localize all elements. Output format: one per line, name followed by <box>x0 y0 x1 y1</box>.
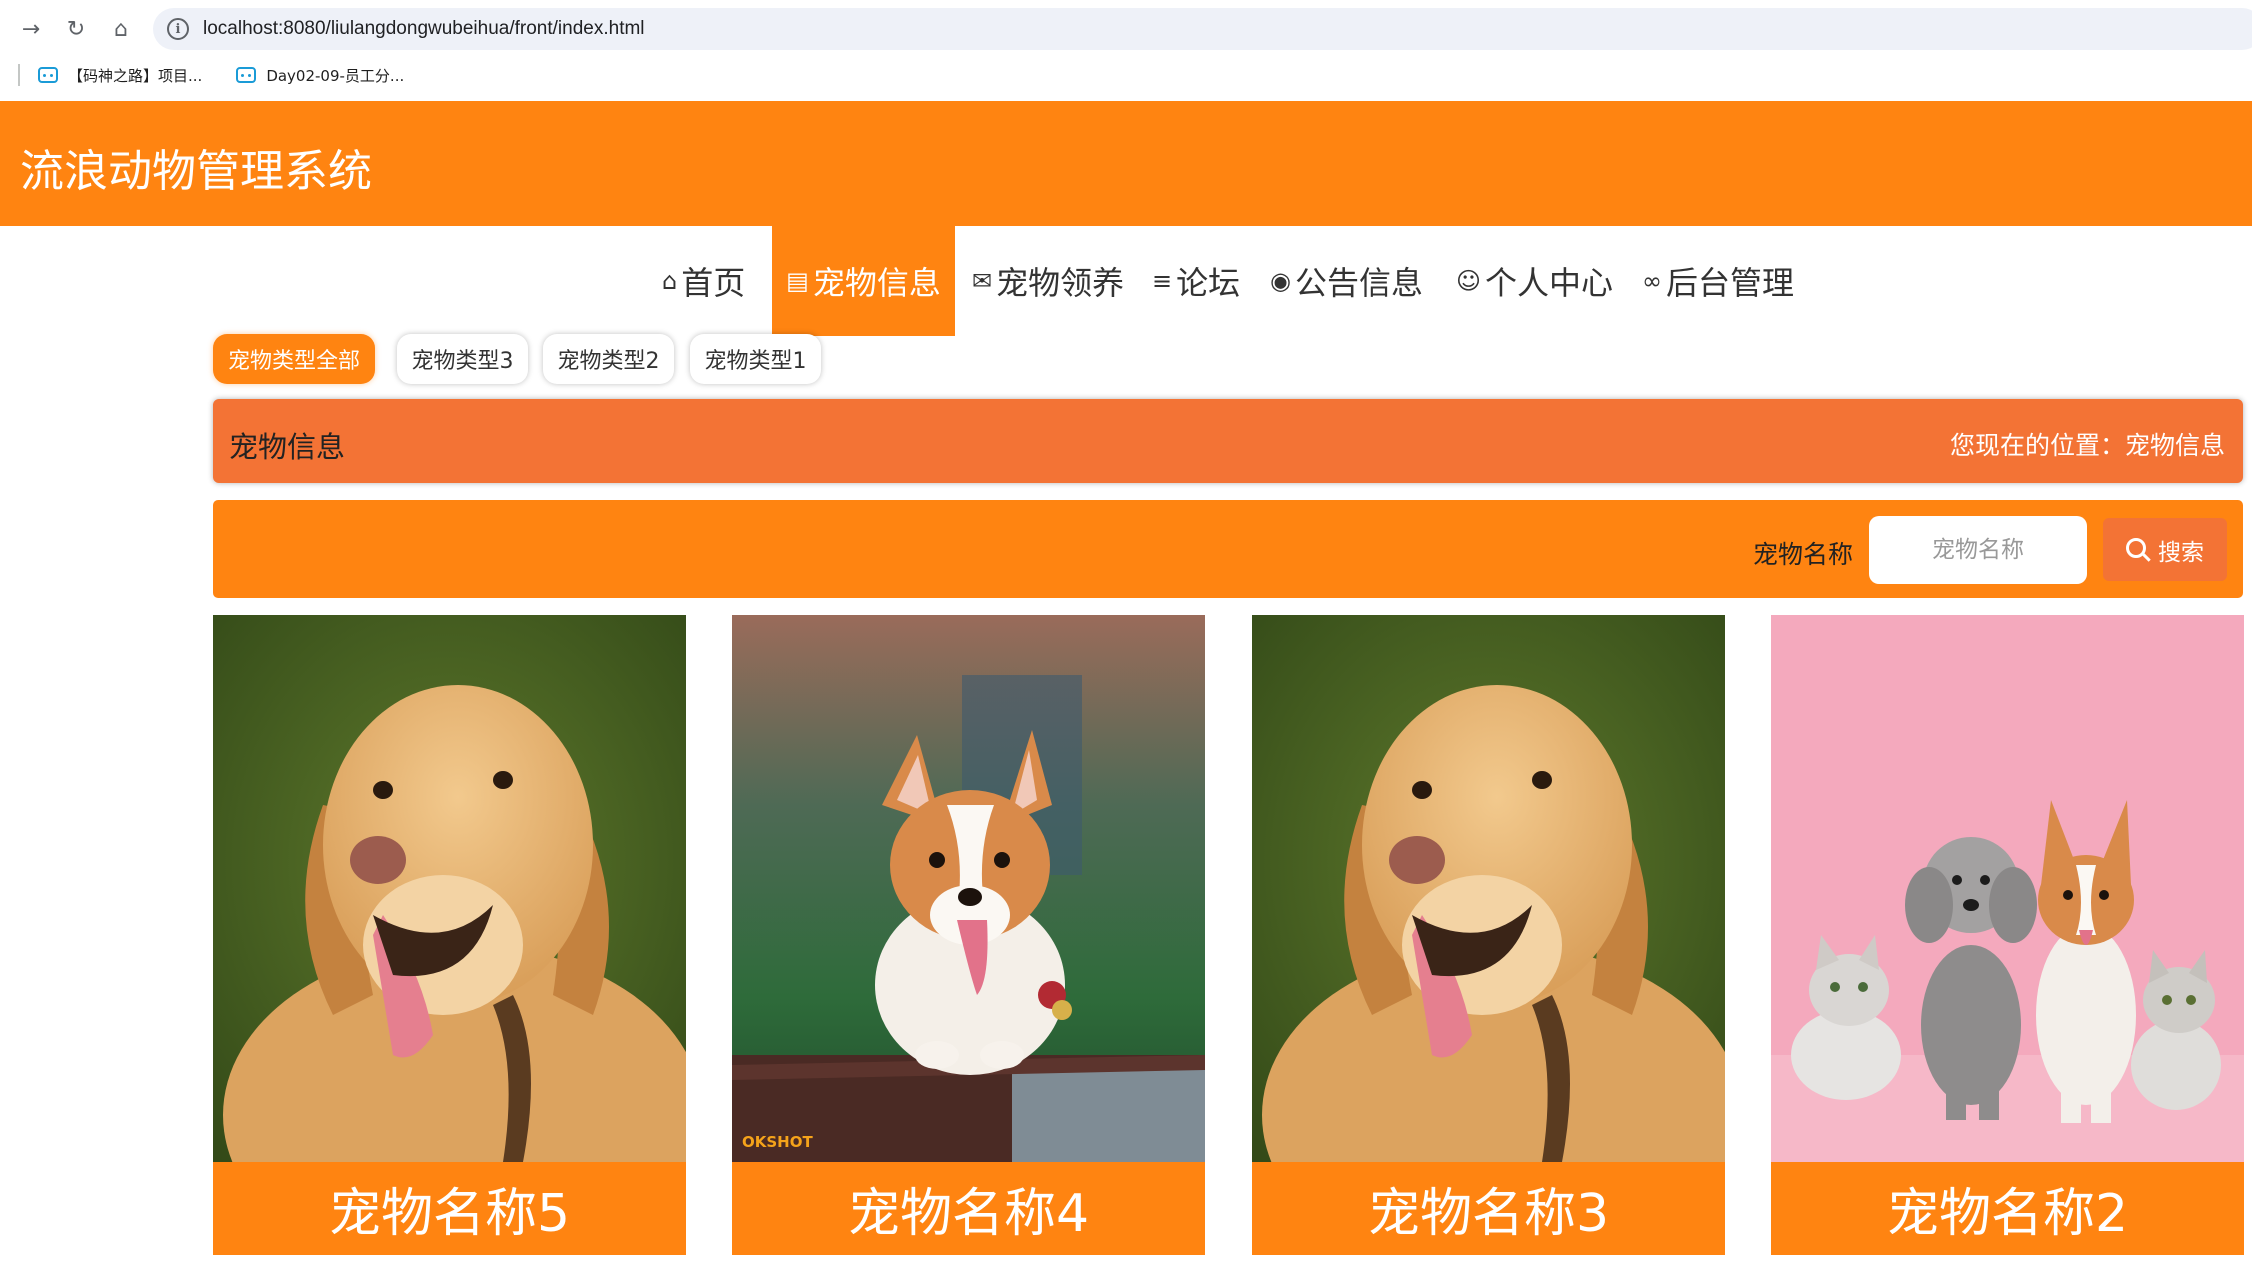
watermark-text: OKSHOT <box>742 1133 813 1151</box>
page-title: 宠物信息 <box>229 430 346 464</box>
address-bar[interactable]: i localhost:8080/liulangdongwubeihua/fro… <box>153 8 2252 50</box>
nav-label: 个人中心 <box>1485 264 1614 302</box>
pet-name[interactable]: 宠物名称4 <box>732 1162 1205 1255</box>
site-info-icon[interactable]: i <box>167 18 189 40</box>
sliders-icon: ≡ <box>1152 267 1173 295</box>
bookmark-item[interactable]: 【码神之路】项目... <box>38 65 202 86</box>
home-icon: ⌂ <box>662 267 678 295</box>
pet-image-golden-retriever[interactable] <box>213 615 686 1162</box>
nav-label: 公告信息 <box>1294 264 1423 302</box>
nav-label: 后台管理 <box>1666 264 1795 302</box>
nav-item-profile[interactable]: ☺ 个人中心 <box>1456 226 1613 336</box>
pet-image-corgi[interactable]: OKSHOT <box>732 615 1205 1162</box>
pet-image-golden-retriever[interactable] <box>1252 615 1725 1162</box>
reload-icon[interactable]: ↻ <box>59 12 93 46</box>
app-header: 流浪动物管理系统 <box>0 101 2252 226</box>
search-label: 宠物名称 <box>1753 540 1854 569</box>
pet-card[interactable]: OKSHOT 宠物名称4 <box>732 615 1205 1255</box>
link-icon: ∞ <box>1642 267 1662 295</box>
bilibili-icon <box>236 67 257 83</box>
bookmark-item[interactable]: Day02-09-员工分... <box>236 65 404 86</box>
bilibili-icon <box>38 67 58 83</box>
pet-name[interactable]: 宠物名称3 <box>1252 1162 1725 1255</box>
search-bar: 宠物名称 搜索 <box>213 500 2243 598</box>
search-button-label: 搜索 <box>2158 539 2204 566</box>
filter-all-types[interactable]: 宠物类型全部 <box>213 334 375 384</box>
gift-icon: ▤ <box>786 267 809 295</box>
pet-image-pets-group[interactable] <box>1771 615 2244 1162</box>
filter-type-1[interactable]: 宠物类型1 <box>690 334 821 384</box>
bookmarks-divider <box>18 64 20 86</box>
pet-card[interactable]: 宠物名称5 <box>213 615 686 1255</box>
nav-item-admin[interactable]: ∞ 后台管理 <box>1642 226 1794 336</box>
breadcrumb-bar: 宠物信息 您现在的位置：宠物信息 <box>213 399 2243 483</box>
nav-item-pet-info[interactable]: ▤ 宠物信息 <box>772 226 955 336</box>
bookmark-label: Day02-09-员工分... <box>266 66 405 85</box>
user-icon: ☺ <box>1456 267 1482 295</box>
filter-type-3[interactable]: 宠物类型3 <box>397 334 528 384</box>
filter-type-2[interactable]: 宠物类型2 <box>543 334 674 384</box>
url-text[interactable]: localhost:8080/liulangdongwubeihua/front… <box>203 18 645 40</box>
app-title: 流浪动物管理系统 <box>20 146 372 197</box>
mail-icon: ✉ <box>972 267 993 295</box>
globe-icon: ◉ <box>1270 267 1291 295</box>
search-button[interactable]: 搜索 <box>2103 518 2227 581</box>
nav-label: 宠物信息 <box>812 264 941 302</box>
nav-label: 首页 <box>681 264 746 302</box>
pet-name[interactable]: 宠物名称5 <box>213 1162 686 1255</box>
breadcrumb-location: 您现在的位置：宠物信息 <box>1949 431 2225 460</box>
nav-item-forum[interactable]: ≡ 论坛 <box>1152 226 1240 336</box>
search-input[interactable] <box>1869 516 2087 584</box>
pet-card[interactable]: 宠物名称3 <box>1252 615 1725 1255</box>
bookmark-label: 【码神之路】项目... <box>68 66 203 85</box>
search-icon <box>2126 537 2146 558</box>
pet-card[interactable]: 宠物名称2 <box>1771 615 2244 1255</box>
nav-item-home[interactable]: ⌂ 首页 <box>662 226 745 336</box>
bookmarks-bar: 【码神之路】项目... Day02-09-员工分... <box>0 58 438 92</box>
nav-label: 宠物领养 <box>996 264 1125 302</box>
nav-item-adoption[interactable]: ✉ 宠物领养 <box>972 226 1124 336</box>
nav-label: 论坛 <box>1176 264 1241 302</box>
forward-icon[interactable]: → <box>14 12 48 46</box>
browser-chrome: → ↻ ⌂ i localhost:8080/liulangdongwubeih… <box>0 0 2252 101</box>
nav-item-notice[interactable]: ◉ 公告信息 <box>1270 226 1423 336</box>
home-button-icon[interactable]: ⌂ <box>104 12 138 46</box>
pet-name[interactable]: 宠物名称2 <box>1771 1162 2244 1255</box>
main-nav: ⌂ 首页 ▤ 宠物信息 ✉ 宠物领养 ≡ 论坛 ◉ 公告信息 ☺ 个人中心 ∞ … <box>0 226 2252 336</box>
